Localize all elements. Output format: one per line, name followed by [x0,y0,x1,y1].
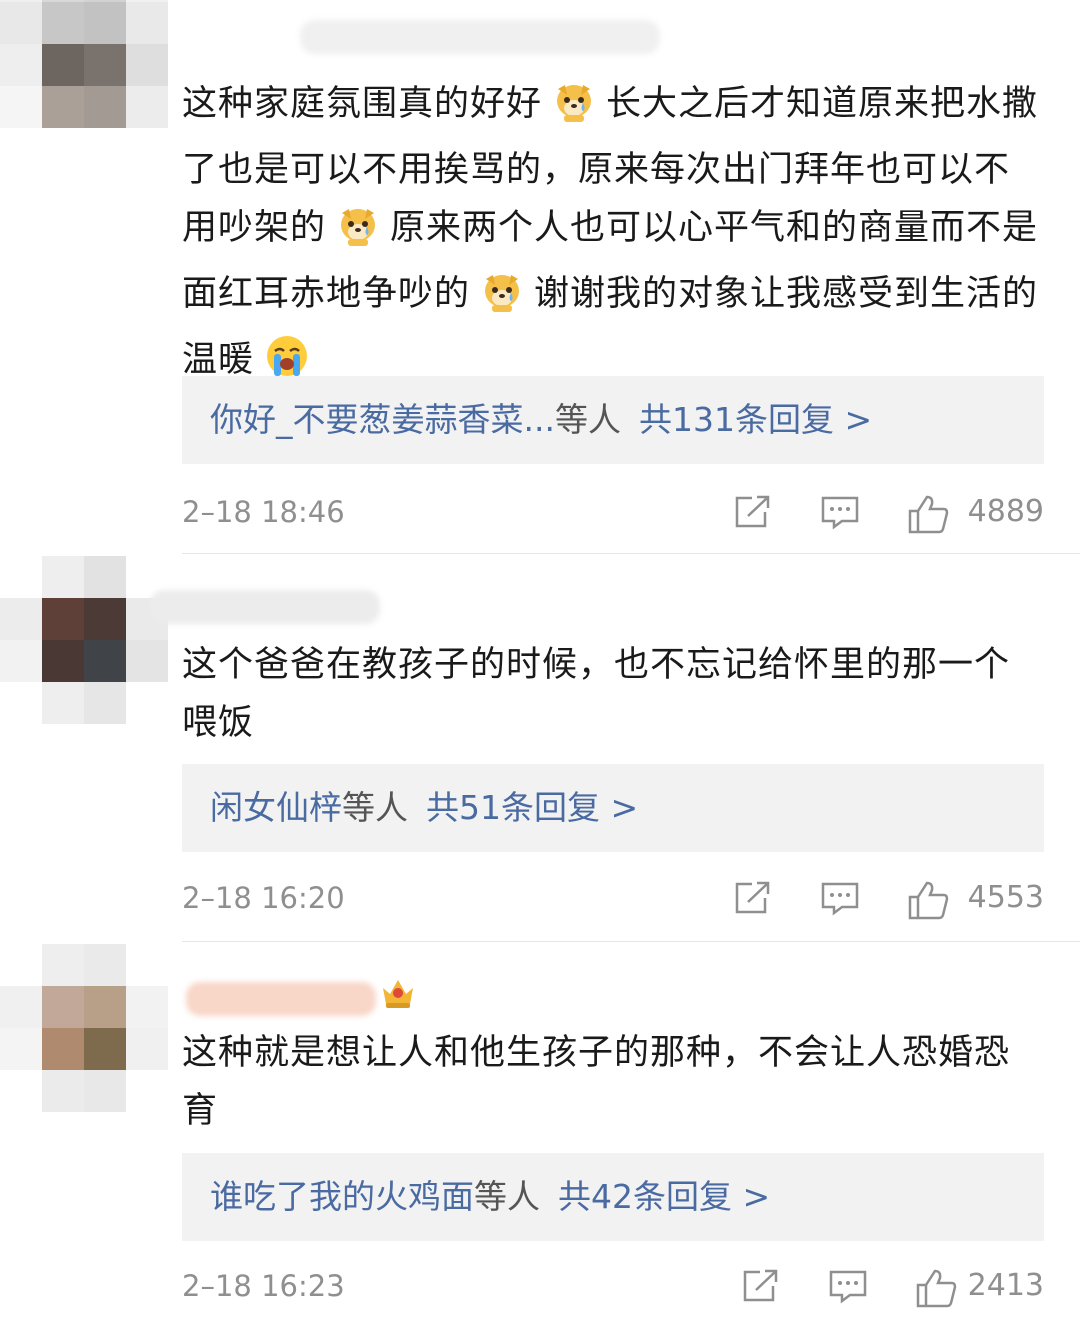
reply-names[interactable]: 谁吃了我的火鸡面 [210,1177,474,1216]
username-redacted[interactable] [150,590,380,624]
username-redacted[interactable] [300,20,660,54]
avatar[interactable] [0,944,170,1114]
reply-count[interactable]: 共51条回复 > [426,788,638,827]
reply-suffix: 等人 [474,1177,540,1216]
share-icon[interactable] [732,880,772,920]
reply-names[interactable]: 闲女仙梓 [210,788,342,827]
divider [182,941,1080,942]
reply-summary-link[interactable]: 闲女仙梓等人 共51条回复 > [182,764,1044,852]
comment-text: 这种家庭氛围真的好好 长大之后才知道原来把水撒了也是可以不用挨骂的，原来每次出门拜… [182,75,1044,397]
comment-icon[interactable] [828,1268,868,1308]
avatar[interactable] [0,0,170,130]
reply-count[interactable]: 共42条回复 > [558,1177,770,1216]
comment-time: 2–18 16:20 [182,881,345,915]
reply-count[interactable]: 共131条回复 > [639,400,872,439]
comment-icon[interactable] [820,494,860,534]
divider [182,553,1080,554]
username-redacted[interactable] [186,982,376,1016]
like-icon[interactable] [915,1268,957,1312]
like-icon[interactable] [907,494,949,538]
comment-meta: 2–18 18:46 4889 [182,490,1044,534]
share-icon[interactable] [740,1268,780,1308]
dog-sad-emoji [552,79,596,141]
comment-text: 这个爸爸在教孩子的时候，也不忘记给怀里的那一个喂饭 [182,645,1011,743]
like-count: 2413 [967,1268,1044,1303]
like-count: 4553 [967,880,1044,915]
comment-time: 2–18 16:23 [182,1269,345,1303]
comment-icon[interactable] [820,880,860,920]
comment-time: 2–18 18:46 [182,495,345,529]
comment-item: 这种就是想让人和他生孩子的那种，不会让人恐婚恐育 谁吃了我的火鸡面等人 共42条回… [0,944,1080,1329]
reply-summary-link[interactable]: 你好_不要葱姜蒜香菜...等人 共131条回复 > [182,376,1044,464]
like-icon[interactable] [907,880,949,924]
like-count: 4889 [967,494,1044,529]
reply-names[interactable]: 你好_不要葱姜蒜香菜... [210,400,555,439]
share-icon[interactable] [732,494,772,534]
comment-text: 这种就是想让人和他生孩子的那种，不会让人恐婚恐育 [182,1033,1011,1131]
reply-suffix: 等人 [554,400,621,439]
avatar[interactable] [0,556,170,726]
reply-suffix: 等人 [342,788,408,827]
dog-sad-emoji [480,269,524,331]
comment-item: 这个爸爸在教孩子的时候，也不忘记给怀里的那一个喂饭 闲女仙梓等人 共51条回复 >… [0,556,1080,936]
comment-item: 这种家庭氛围真的好好 长大之后才知道原来把水撒了也是可以不用挨骂的，原来每次出门拜… [0,0,1080,560]
comment-meta: 2–18 16:20 4553 [182,876,1044,920]
crown-badge-icon [380,976,416,1010]
reply-summary-link[interactable]: 谁吃了我的火鸡面等人 共42条回复 > [182,1153,1044,1241]
comment-meta: 2–18 16:23 2413 [182,1264,1044,1308]
dog-sad-emoji [336,203,380,265]
